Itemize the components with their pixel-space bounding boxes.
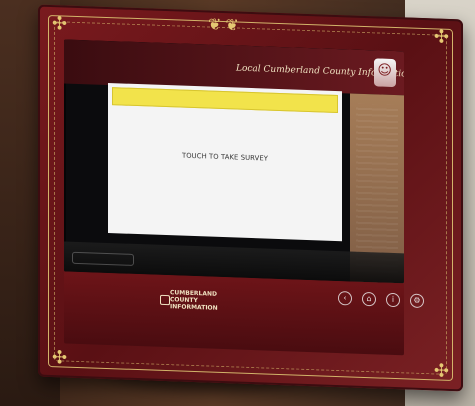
kiosk-frame: ✣ ✣ ✣ ✣ ❦❦ Local Cumberland County Infor… [38,4,463,392]
back-icon[interactable]: ‹ [338,291,352,306]
corner-ornament-bottom-right: ✣ [433,360,449,382]
survey-panel[interactable]: TOUCH TO TAKE SURVEY [108,83,342,242]
cumberland-logo: CUMBERLAND COUNTY INFORMATION [160,289,236,321]
info-icon[interactable]: i [386,292,400,308]
taskbar-item[interactable] [72,251,134,266]
screen-taskbar [64,241,404,284]
photo-scene: ✣ ✣ ✣ ✣ ❦❦ Local Cumberland County Infor… [0,0,475,406]
corner-ornament-top-right: ✣ [433,26,449,48]
tools-icon[interactable]: ⚙ [410,293,424,309]
kiosk-controls: ‹ ⌂ i ⚙ [338,291,424,309]
lower-bezel [64,271,404,356]
kiosk-screen[interactable]: Local Cumberland County Information ☺ TO… [64,39,404,284]
screen-title: Local Cumberland County Information [236,63,404,80]
logo-text: CUMBERLAND COUNTY INFORMATION [170,289,218,312]
survey-notice [112,87,338,114]
top-center-ornament: ❦❦ [208,14,243,35]
person-icon: ☺ [377,62,392,79]
decorative-side-panel [350,93,404,284]
corner-ornament-top-left: ✣ [52,13,68,35]
screen-header: Local Cumberland County Information ☺ [64,39,404,96]
mascot-badge [374,58,396,88]
home-icon[interactable]: ⌂ [362,291,376,307]
logo-icon [160,294,170,306]
survey-cta[interactable]: TOUCH TO TAKE SURVEY [108,149,342,165]
corner-ornament-bottom-left: ✣ [52,347,68,369]
